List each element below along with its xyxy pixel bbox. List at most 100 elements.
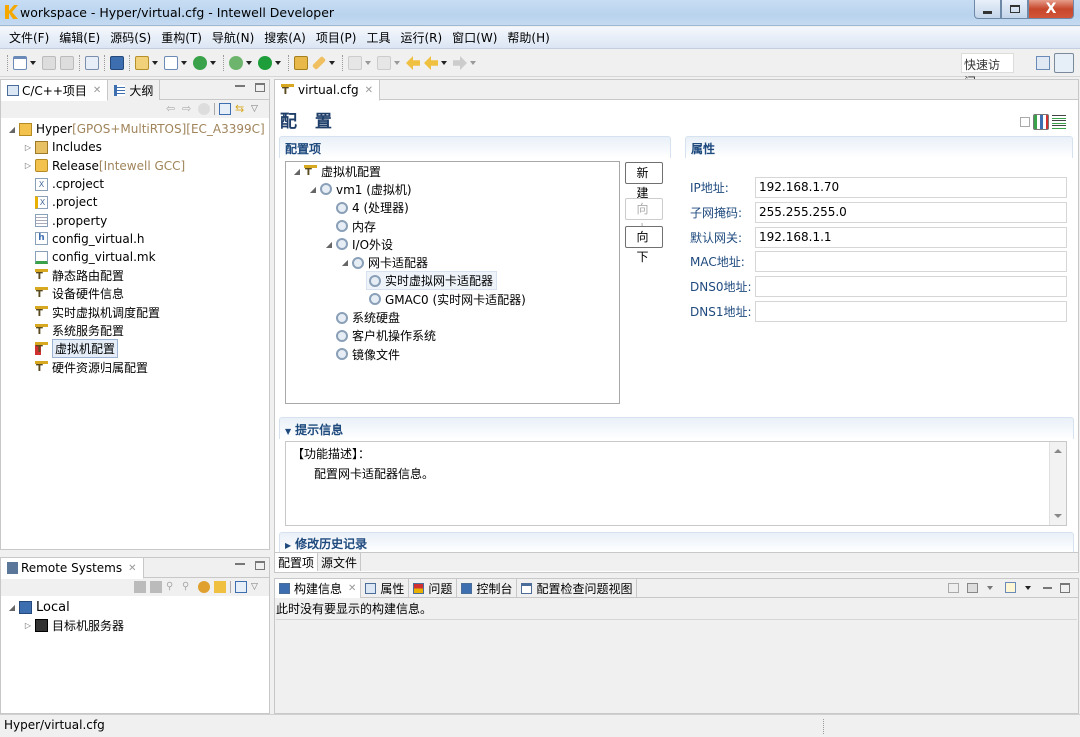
back-nav-icon[interactable]: ⇦ xyxy=(166,103,178,115)
minimize-panel-icon[interactable] xyxy=(235,85,245,87)
up-nav-icon[interactable] xyxy=(198,103,210,115)
menu-window[interactable]: 窗口(W) xyxy=(447,29,502,46)
next-annotation-icon[interactable] xyxy=(348,56,362,70)
tab-cpp-projects[interactable]: C/C++项目 ✕ xyxy=(1,80,109,101)
tree-item-hw-resource[interactable]: 硬件资源归属配置 xyxy=(1,358,269,376)
new-connection-icon[interactable]: ⚲ xyxy=(166,581,178,593)
new-class-icon[interactable] xyxy=(193,56,207,70)
expand-arrow-icon[interactable]: ▷ xyxy=(23,161,33,170)
horizontal-layout-icon[interactable] xyxy=(1033,114,1049,130)
tab-console[interactable]: 控制台 xyxy=(457,579,518,598)
config-tree-item[interactable]: GMAC0 (实时网卡适配器) xyxy=(286,290,619,308)
tree-item-rt-vm-sched[interactable]: 实时虚拟机调度配置 xyxy=(1,303,269,321)
hint-text-area[interactable]: 【功能描述】： 配置网卡适配器信息。 xyxy=(285,441,1067,526)
tree-item-static-route[interactable]: 静态路由配置 xyxy=(1,266,269,284)
new-source-dropdown[interactable] xyxy=(181,61,187,65)
maximize-button[interactable] xyxy=(1001,0,1028,19)
open-perspective-icon[interactable] xyxy=(1036,56,1050,70)
debug-dropdown[interactable] xyxy=(246,61,252,65)
expand-arrow-icon[interactable]: ◢ xyxy=(308,185,318,194)
quick-access-input[interactable]: 快速访问 xyxy=(961,53,1014,89)
menu-file[interactable]: 文件(F) xyxy=(4,29,54,46)
back-icon[interactable] xyxy=(424,56,438,70)
new-c-project-dropdown[interactable] xyxy=(152,61,158,65)
tree-item-property[interactable]: .property xyxy=(1,211,269,229)
display-console-icon[interactable] xyxy=(967,582,978,593)
tree-item-local[interactable]: ◢ Local xyxy=(1,598,269,616)
tab-build-info[interactable]: 构建信息 ✕ xyxy=(275,579,362,598)
maximize-panel-icon[interactable] xyxy=(255,83,265,92)
open-console-icon[interactable] xyxy=(1005,582,1016,593)
disconnect-icon[interactable] xyxy=(150,581,162,593)
close-tab-icon[interactable]: ✕ xyxy=(365,85,373,96)
wand-dropdown[interactable] xyxy=(329,61,335,65)
prev-annotation-dropdown[interactable] xyxy=(394,61,400,65)
tree-item-device-hw[interactable]: 设备硬件信息 xyxy=(1,285,269,303)
tab-properties[interactable]: 属性 xyxy=(361,579,410,598)
view-menu-icon[interactable]: ▽ xyxy=(251,103,263,115)
collapse-all-icon[interactable] xyxy=(219,103,231,115)
new-c-project-icon[interactable] xyxy=(135,56,149,70)
tree-item-vm-config[interactable]: 虚拟机配置 xyxy=(1,339,269,359)
forward-nav-icon[interactable]: ⇨ xyxy=(182,103,194,115)
cpp-perspective-button[interactable] xyxy=(1054,53,1074,73)
expand-arrow-icon[interactable]: ▷ xyxy=(23,621,33,630)
gateway-input[interactable] xyxy=(755,226,1067,248)
tree-item-config-mk[interactable]: config_virtual.mk xyxy=(1,248,269,266)
save-icon[interactable] xyxy=(42,56,56,70)
scroll-up-icon[interactable] xyxy=(1054,449,1062,453)
config-tree-item-selected[interactable]: 实时虚拟网卡适配器 xyxy=(286,271,619,291)
config-tree-item[interactable]: ◢ I/O外设 xyxy=(286,235,619,253)
tab-problems[interactable]: 问题 xyxy=(409,579,458,598)
menu-refactor[interactable]: 重构(T) xyxy=(156,29,207,46)
config-tree-item[interactable]: 内存 xyxy=(286,217,619,235)
menu-help[interactable]: 帮助(H) xyxy=(502,29,554,46)
save-all-icon[interactable] xyxy=(60,56,74,70)
menu-edit[interactable]: 编辑(E) xyxy=(54,29,105,46)
tab-config-items[interactable]: 配置项 xyxy=(275,553,319,571)
new-icon[interactable] xyxy=(13,56,27,70)
forward-icon[interactable] xyxy=(453,56,467,70)
dns1-input[interactable] xyxy=(755,300,1067,322)
expand-arrow-icon[interactable]: ◢ xyxy=(7,125,17,134)
tree-item-sys-service[interactable]: 系统服务配置 xyxy=(1,321,269,339)
sync-icon[interactable] xyxy=(214,581,226,593)
tab-virtual-cfg[interactable]: virtual.cfg ✕ xyxy=(275,80,381,101)
tree-item-release[interactable]: ▷ Release [Intewell GCC] xyxy=(1,157,269,175)
config-tree-item[interactable]: 客户机操作系统 xyxy=(286,327,619,345)
scroll-down-icon[interactable] xyxy=(1054,514,1062,518)
move-up-button[interactable]: 向 上 xyxy=(625,198,663,236)
config-tree-item[interactable]: 4 (处理器) xyxy=(286,199,619,217)
new-console-icon[interactable] xyxy=(948,582,959,593)
expand-arrow-icon[interactable]: ◢ xyxy=(340,258,350,267)
maximize-panel-icon[interactable] xyxy=(1060,582,1070,593)
ip-address-input[interactable] xyxy=(755,176,1067,198)
history-section-header[interactable]: ▶ 修改历史记录 xyxy=(279,532,1074,552)
display-console-dropdown[interactable] xyxy=(987,585,993,590)
config-tree-item[interactable]: ◢ vm1 (虚拟机) xyxy=(286,180,619,198)
config-tree-item[interactable]: ◢ 虚拟机配置 xyxy=(286,162,619,180)
tree-item-hyper[interactable]: ◢ Hyper [GPOS+MultiRTOS][EC_A3399C] xyxy=(1,120,269,138)
forward-dropdown[interactable] xyxy=(470,61,476,65)
expand-arrow-icon[interactable]: ◢ xyxy=(7,603,17,612)
tree-item-includes[interactable]: ▷ Includes xyxy=(1,138,269,156)
next-annotation-dropdown[interactable] xyxy=(365,61,371,65)
maximize-panel-icon[interactable] xyxy=(255,561,265,570)
expand-arrow-icon[interactable]: ◢ xyxy=(292,167,302,176)
menu-navigate[interactable]: 导航(N) xyxy=(207,29,259,46)
debug-icon[interactable] xyxy=(229,56,243,70)
back-dropdown[interactable] xyxy=(441,61,447,65)
refresh-connection-icon[interactable]: ⚲ xyxy=(182,581,194,593)
new-button[interactable]: 新 建 xyxy=(625,162,663,200)
config-tree-item[interactable]: 系统硬盘 xyxy=(286,308,619,326)
vertical-layout-icon[interactable] xyxy=(1052,115,1066,129)
binary-icon[interactable] xyxy=(85,56,99,70)
tab-outline[interactable]: 大纲 xyxy=(108,80,161,100)
new-dropdown[interactable] xyxy=(30,61,36,65)
dns0-input[interactable] xyxy=(755,275,1067,297)
collapse-all-icon[interactable] xyxy=(235,581,247,593)
minimize-panel-icon[interactable] xyxy=(235,563,245,565)
close-tab-icon[interactable]: ✕ xyxy=(348,583,356,594)
minimize-panel-icon[interactable] xyxy=(1043,586,1052,589)
last-edit-icon[interactable] xyxy=(406,56,420,70)
